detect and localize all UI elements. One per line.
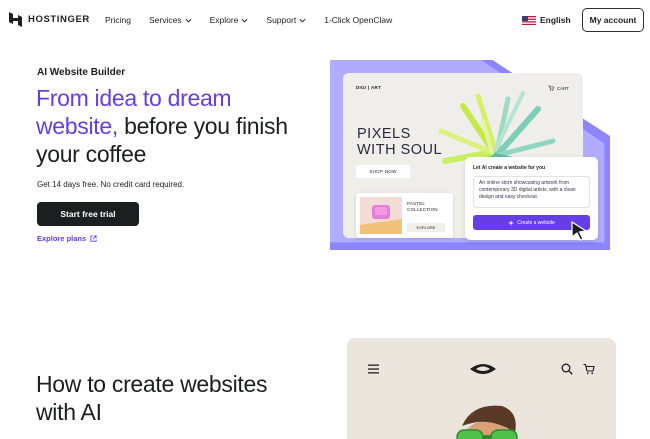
nav-label: Explore [209,15,239,25]
explore-plans-label: Explore plans [37,234,87,243]
logo-text: HOSTINGER [28,14,90,25]
us-flag-icon [522,15,536,25]
pastel-product-icon [360,197,402,234]
hostinger-logo-icon [9,12,22,27]
person-photo-image [456,405,518,439]
page: HOSTINGER Pricing Services Explore Suppo… [0,0,650,439]
hero-headline: From idea to dream website, before you f… [36,84,306,168]
hero-eyebrow: AI Website Builder [37,67,126,78]
mockup-shop-button: SHOP NOW [356,165,410,178]
search-icon [561,363,573,375]
nav-label: Support [266,15,297,25]
chevron-down-icon [241,18,248,23]
preview-logo-icon [470,364,496,374]
main-nav: Pricing Services Explore Support 1-Click… [105,15,410,25]
nav-services[interactable]: Services [149,15,192,25]
nav-openclaw[interactable]: 1-Click OpenClaw [324,15,392,25]
product-image [360,197,402,234]
nav-explore[interactable]: Explore [210,15,249,25]
sparkle-icon [508,219,515,226]
nav-support[interactable]: Support [266,15,306,25]
nav-label: Pricing [105,15,131,25]
product-explore-button: EXPLORE [407,223,445,232]
product-card: PASTEL COLLECTION EXPLORE [356,193,453,238]
chevron-down-icon [299,18,306,23]
mockup-title-line: PIXELS [357,126,411,142]
mockup-title-line: WITH SOUL [357,142,443,158]
mockup-title: PIXELS WITH SOUL [357,126,442,158]
explore-plans-link[interactable]: Explore plans [37,234,97,243]
nav-pricing[interactable]: Pricing [105,15,131,25]
chevron-down-icon [185,18,192,23]
external-link-icon [90,235,97,242]
ai-card-title: Let AI create a website for you [473,165,546,171]
mockup-brand: DIGI | ART [356,85,382,90]
cart-icon [583,363,595,375]
mockup-cart-label: CART [556,85,569,91]
website-preview [347,338,616,439]
product-label: PASTEL COLLECTION [407,201,438,212]
hero-subtext: Get 14 days free. No credit card require… [37,180,185,189]
menu-icon [368,364,379,374]
nav-label: Services [148,15,182,25]
product-label-line: COLLECTION [407,206,438,212]
language-selector[interactable]: English [522,15,571,25]
nav-label: 1-Click OpenClaw [324,15,393,25]
language-label: English [540,15,571,25]
section-title: How to create websites with AI [36,371,268,425]
hostinger-logo[interactable]: HOSTINGER [9,12,90,27]
cursor-icon [571,221,588,241]
create-website-label: Create a website [517,219,555,226]
start-free-trial-button[interactable]: Start free trial [37,202,139,226]
ai-prompt-text: An online store showcasing artwork from … [473,176,590,208]
my-account-button[interactable]: My account [582,8,644,32]
